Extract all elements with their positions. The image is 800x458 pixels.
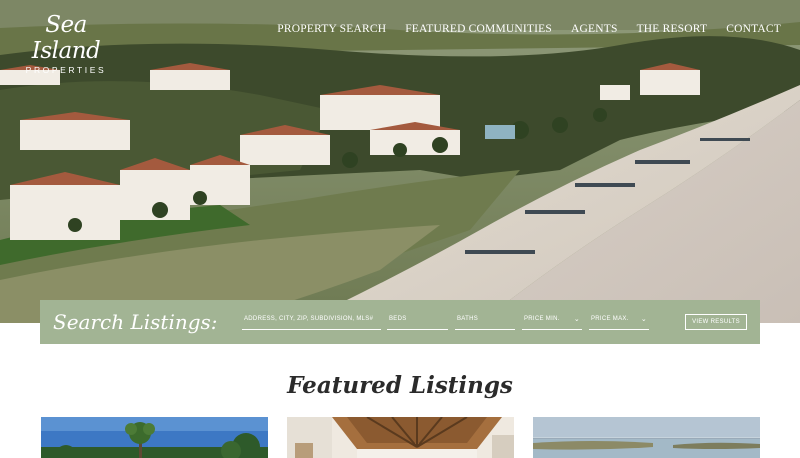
nav-property-search[interactable]: PROPERTY SEARCH	[277, 23, 386, 35]
address-search-input[interactable]: ADDRESS, CITY, ZIP, SUBDIVISION, MLS#	[242, 315, 381, 330]
price-max-select[interactable]: PRICE MAX. ⌄	[589, 315, 649, 330]
brand-logo-script: Sea Island	[31, 12, 101, 64]
search-listings-bar: Search Listings: ADDRESS, CITY, ZIP, SUB…	[40, 300, 760, 344]
main-nav: PROPERTY SEARCH FEATURED COMMUNITIES AGE…	[277, 23, 781, 35]
chevron-down-icon: ⌄	[640, 316, 647, 323]
price-max-label: PRICE MAX.	[591, 316, 629, 322]
address-placeholder: ADDRESS, CITY, ZIP, SUBDIVISION, MLS#	[244, 316, 374, 322]
chevron-down-icon: ⌄	[573, 316, 580, 323]
nav-featured-communities[interactable]: FEATURED COMMUNITIES	[405, 23, 552, 35]
nav-agents[interactable]: AGENTS	[571, 23, 618, 35]
nav-contact[interactable]: CONTACT	[726, 23, 781, 35]
search-title: Search Listings:	[53, 310, 218, 334]
marsh-water-view-photo	[533, 417, 760, 458]
view-results-button[interactable]: VIEW RESULTS	[685, 314, 747, 330]
price-min-label: PRICE MIN.	[524, 316, 560, 322]
beds-input[interactable]: BEDS	[387, 315, 448, 330]
baths-input[interactable]: BATHS	[455, 315, 515, 330]
listing-card[interactable]	[287, 417, 514, 458]
featured-listings-title: Featured Listings	[287, 372, 513, 399]
baths-placeholder: BATHS	[457, 316, 479, 322]
palm-trees-photo	[41, 417, 268, 458]
listing-card[interactable]	[533, 417, 760, 458]
brand-logo[interactable]: Sea Island PROPERTIES	[20, 12, 112, 75]
brand-logo-subtitle: PROPERTIES	[25, 65, 107, 75]
listing-card[interactable]	[41, 417, 268, 458]
beds-placeholder: BEDS	[389, 316, 407, 322]
nav-the-resort[interactable]: THE RESORT	[637, 23, 708, 35]
price-min-select[interactable]: PRICE MIN. ⌄	[522, 315, 582, 330]
hero-aerial-image	[0, 0, 800, 323]
wood-ceiling-interior-photo	[287, 417, 514, 458]
